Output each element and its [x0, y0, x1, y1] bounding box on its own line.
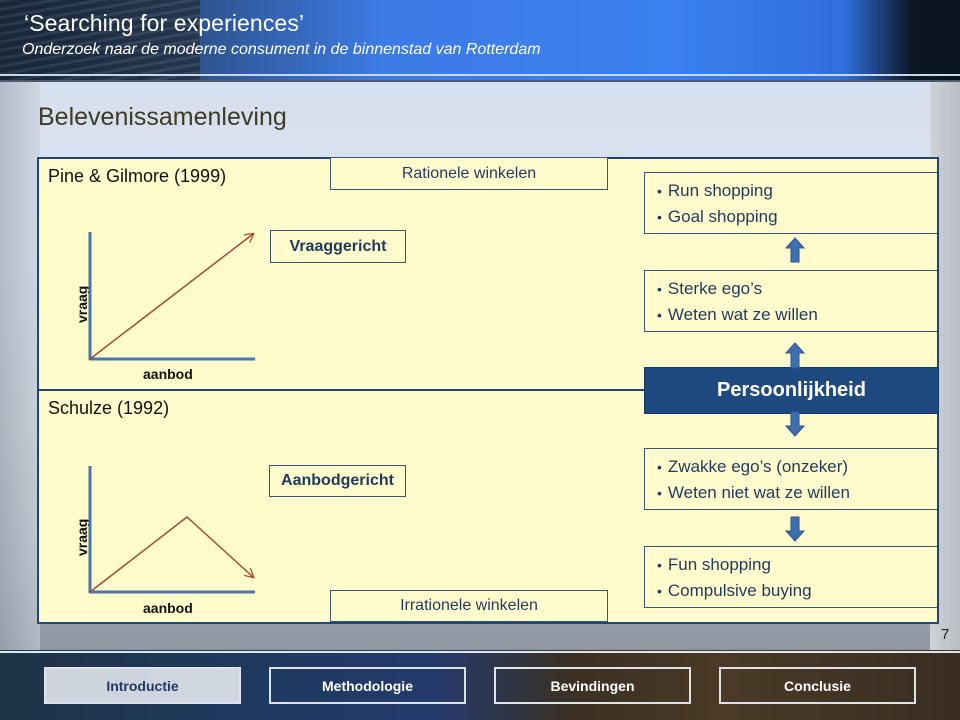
behaviour-bottom-box: Fun shopping Compulsive buying: [644, 546, 937, 608]
supply-oriented-label: Aanbodgericht: [281, 472, 394, 489]
slide-title: Belevenissamenleving: [38, 103, 287, 131]
list-item: Fun shopping: [657, 552, 937, 578]
bottom-x-axis-label: aanbod: [143, 600, 193, 616]
footer-rule: [0, 651, 960, 653]
nav-conclusie[interactable]: Conclusie: [719, 667, 916, 704]
header-rule: [0, 74, 960, 76]
supply-oriented-box: Aanbodgericht: [269, 465, 406, 497]
irrational-shopping-box: Irrationele winkelen: [330, 590, 608, 622]
list-item: Weten wat ze willen: [657, 302, 937, 328]
personality-label: Persoonlijkheid: [717, 379, 866, 401]
presentation-subtitle: Onderzoek naar de moderne consument in d…: [22, 41, 541, 58]
nav-label: Methodologie: [322, 677, 413, 694]
bg-left-shade: [0, 82, 40, 650]
demand-oriented-label: Vraaggericht: [289, 237, 387, 255]
top-x-axis-label: aanbod: [143, 366, 193, 382]
nav-introductie[interactable]: Introductie: [44, 667, 241, 704]
top-author: Pine & Gilmore (1999): [48, 166, 227, 186]
list-item: Run shopping: [657, 178, 937, 204]
presentation-title: ‘Searching for experiences’: [24, 10, 305, 36]
nav-label: Introductie: [106, 677, 179, 694]
personality-box: Persoonlijkheid: [644, 367, 939, 414]
rational-shopping-box: Rationele winkelen: [330, 157, 608, 190]
irrational-shopping-label: Irrationele winkelen: [400, 597, 538, 614]
list-item: Sterke ego’s: [657, 276, 937, 302]
traits-top-box: Sterke ego’s Weten wat ze willen: [644, 270, 937, 332]
top-y-axis-label: vraag: [74, 285, 90, 323]
demand-oriented-box: Vraaggericht: [270, 230, 406, 263]
nav-bevindingen[interactable]: Bevindingen: [494, 667, 691, 704]
rational-shopping-label: Rationele winkelen: [401, 164, 537, 182]
traits-bottom-box: Zwakke ego’s (onzeker) Weten niet wat ze…: [644, 448, 937, 510]
nav-label: Bevindingen: [550, 677, 635, 694]
nav-methodologie[interactable]: Methodologie: [269, 667, 466, 704]
list-item: Zwakke ego’s (onzeker): [657, 454, 937, 480]
bottom-author: Schulze (1992): [48, 398, 170, 418]
panel-divider: [37, 389, 645, 391]
list-item: Goal shopping: [657, 204, 937, 230]
list-item: Compulsive buying: [657, 578, 937, 604]
page-number: 7: [941, 626, 950, 643]
behaviour-top-box: Run shopping Goal shopping: [644, 172, 937, 234]
list-item: Weten niet wat ze willen: [657, 480, 937, 506]
nav-label: Conclusie: [784, 677, 851, 694]
bottom-y-axis-label: vraag: [74, 518, 90, 556]
